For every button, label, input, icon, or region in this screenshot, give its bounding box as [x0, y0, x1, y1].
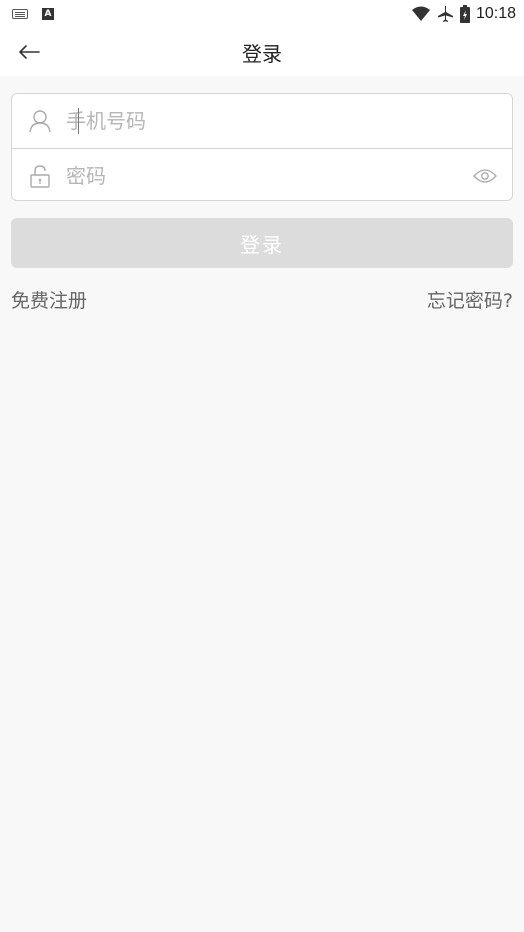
status-right: 10:18: [411, 5, 516, 23]
airplane-icon: [437, 6, 453, 22]
phone-input[interactable]: [66, 109, 446, 133]
lock-icon: [30, 165, 50, 188]
forgot-password-link[interactable]: 忘记密码?: [427, 286, 513, 313]
battery-icon: [459, 5, 470, 23]
keyboard-icon: [12, 9, 28, 19]
text-cursor: [78, 108, 79, 134]
register-link[interactable]: 免费注册: [11, 286, 87, 313]
status-time: 10:18: [475, 5, 516, 22]
password-field-row: [12, 148, 512, 202]
back-button[interactable]: [14, 38, 44, 66]
status-bar: A 10:18: [0, 0, 524, 28]
back-arrow-icon: [19, 45, 40, 59]
login-button[interactable]: 登录: [11, 218, 513, 268]
a-notification-icon: A: [42, 8, 54, 20]
eye-icon: [473, 169, 497, 183]
app-header: 登录: [0, 28, 524, 76]
wifi-icon: [411, 6, 430, 21]
page-title: 登录: [242, 41, 282, 66]
user-icon: [29, 110, 51, 133]
phone-field-row: [12, 94, 512, 148]
status-left: A: [12, 8, 54, 20]
login-form: [11, 93, 513, 201]
password-toggle-button[interactable]: [472, 165, 498, 187]
password-input[interactable]: [66, 163, 446, 188]
